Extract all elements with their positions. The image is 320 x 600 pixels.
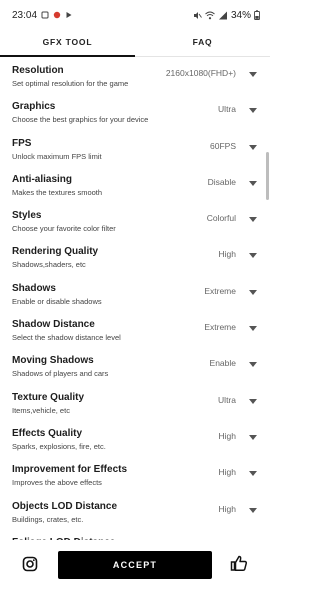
signal-icon bbox=[218, 11, 227, 19]
caret-down-icon[interactable] bbox=[249, 434, 257, 440]
setting-description: Select the shadow distance level bbox=[12, 333, 121, 343]
caret-down-icon[interactable] bbox=[249, 362, 257, 368]
caret-down-icon[interactable] bbox=[249, 326, 257, 332]
status-bar: 23:04 34% bbox=[0, 0, 270, 30]
scrollbar-thumb[interactable] bbox=[266, 152, 269, 200]
status-right: 34% bbox=[193, 10, 260, 21]
caret-down-icon[interactable] bbox=[249, 180, 257, 186]
bottom-bar: ACCEPT bbox=[0, 540, 270, 592]
tab-bar: GFX TOOL FAQ bbox=[0, 30, 270, 57]
setting-row[interactable]: Texture Quality Items,vehicle, etc Ultra bbox=[0, 384, 270, 420]
caret-down-icon[interactable] bbox=[249, 217, 257, 223]
setting-description: Enable or disable shadows bbox=[12, 296, 102, 306]
caret-down-icon[interactable] bbox=[249, 289, 257, 295]
setting-value-dropdown[interactable]: Extreme bbox=[204, 322, 236, 332]
mute-icon bbox=[193, 11, 202, 19]
setting-description: Buildings, crates, etc. bbox=[12, 514, 84, 524]
setting-value-dropdown[interactable]: 2160x1080(FHD+) bbox=[166, 68, 236, 78]
setting-row[interactable]: Shadow Distance Select the shadow distanc… bbox=[0, 311, 270, 347]
setting-description: Shadows,shaders, etc bbox=[12, 260, 86, 270]
caret-down-icon[interactable] bbox=[249, 72, 257, 77]
caret-down-icon[interactable] bbox=[249, 507, 257, 513]
setting-value-dropdown[interactable]: Colorful bbox=[207, 213, 236, 223]
caret-down-icon[interactable] bbox=[249, 108, 257, 114]
notification-icon bbox=[41, 11, 49, 19]
accept-button[interactable]: ACCEPT bbox=[58, 551, 212, 579]
thumbs-up-icon[interactable] bbox=[230, 554, 248, 572]
setting-value-dropdown[interactable]: Disable bbox=[208, 177, 236, 187]
setting-row[interactable]: Improvement for Effects Improves the abov… bbox=[0, 456, 270, 492]
setting-row[interactable]: Anti-aliasing Makes the textures smooth Di… bbox=[0, 166, 270, 202]
setting-row[interactable]: Foliage LOD Distance bbox=[0, 529, 270, 540]
tab-faq[interactable]: FAQ bbox=[135, 30, 270, 56]
setting-value-dropdown[interactable]: Ultra bbox=[218, 395, 236, 405]
setting-value-dropdown[interactable]: Extreme bbox=[204, 286, 236, 296]
setting-value-dropdown[interactable]: High bbox=[219, 467, 236, 477]
setting-description: Improves the above effects bbox=[12, 478, 102, 488]
setting-value-dropdown[interactable]: High bbox=[219, 431, 236, 441]
instagram-icon[interactable] bbox=[22, 556, 38, 572]
caret-down-icon[interactable] bbox=[249, 253, 257, 259]
caret-down-icon[interactable] bbox=[249, 471, 257, 477]
wifi-icon bbox=[205, 11, 215, 19]
battery-percent: 34% bbox=[230, 9, 251, 21]
setting-row[interactable]: FPS Unlock maximum FPS limit 60FPS bbox=[0, 130, 270, 166]
setting-row[interactable]: Rendering Quality Shadows,shaders, etc Hig… bbox=[0, 238, 270, 274]
setting-description: Choose your favorite color filter bbox=[12, 224, 116, 234]
setting-row[interactable]: Effects Quality Sparks, explosions, fire,… bbox=[0, 420, 270, 456]
setting-description: Makes the textures smooth bbox=[12, 187, 103, 197]
record-icon bbox=[53, 11, 61, 19]
setting-row[interactable]: Objects LOD Distance Buildings, crates, e… bbox=[0, 493, 270, 529]
settings-list[interactable]: Resolution Set optimal resolution for the… bbox=[0, 57, 270, 540]
status-time: 23:04 bbox=[12, 9, 38, 21]
setting-row[interactable]: Moving Shadows Shadows of players and car… bbox=[0, 347, 270, 383]
setting-description: Set optimal resolution for the game bbox=[12, 79, 129, 88]
setting-row[interactable]: Shadows Enable or disable shadows Extreme bbox=[0, 275, 270, 311]
setting-value-dropdown[interactable]: Ultra bbox=[218, 104, 236, 114]
setting-description: Items,vehicle, etc bbox=[12, 405, 70, 415]
caret-down-icon[interactable] bbox=[249, 398, 257, 404]
setting-description: Unlock maximum FPS limit bbox=[12, 151, 102, 161]
setting-row[interactable]: Styles Choose your favorite color filter C… bbox=[0, 202, 270, 238]
setting-value-dropdown[interactable]: High bbox=[219, 504, 236, 514]
setting-value-dropdown[interactable]: 60FPS bbox=[210, 141, 236, 151]
setting-value-dropdown[interactable]: Enable bbox=[210, 358, 236, 368]
setting-row[interactable]: Resolution Set optimal resolution for the… bbox=[0, 57, 270, 93]
status-left: 23:04 bbox=[12, 10, 73, 21]
caret-down-icon[interactable] bbox=[249, 144, 257, 150]
setting-description: Sparks, explosions, fire, etc. bbox=[12, 441, 106, 451]
play-icon bbox=[66, 12, 72, 18]
setting-description: Shadows of players and cars bbox=[12, 369, 109, 379]
setting-description: Choose the best graphics for your device bbox=[12, 115, 149, 125]
setting-row[interactable]: Graphics Choose the best graphics for you… bbox=[0, 93, 270, 129]
battery-icon bbox=[254, 10, 260, 20]
setting-value-dropdown[interactable]: High bbox=[219, 249, 236, 259]
tab-gfx-tool[interactable]: GFX TOOL bbox=[0, 30, 135, 57]
